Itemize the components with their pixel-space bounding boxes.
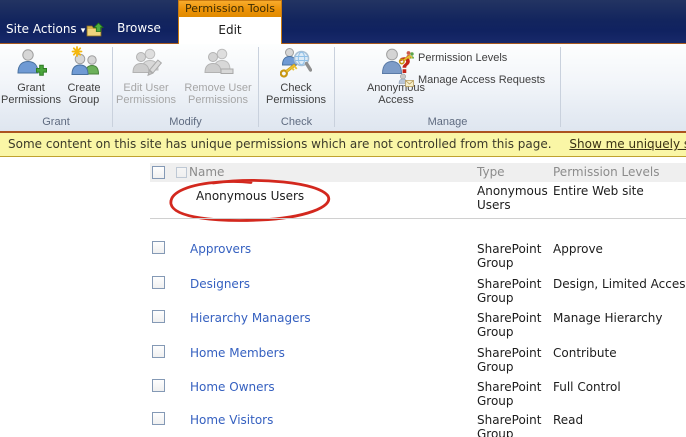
section-divider — [150, 218, 686, 219]
check-permissions-button[interactable]: Check Permissions — [261, 46, 331, 106]
manage-access-requests-button[interactable]: Manage Access Requests — [398, 72, 545, 88]
row-checkbox[interactable] — [152, 276, 165, 289]
column-header-permission-levels: Permission Levels — [553, 165, 660, 179]
row-type: SharePoint Group — [477, 380, 542, 408]
manage-access-requests-icon — [398, 73, 414, 87]
site-actions-label: Site Actions — [6, 22, 77, 36]
anonymous-users-name: Anonymous Users — [196, 189, 305, 203]
table-header: Name Type Permission Levels — [150, 163, 686, 182]
row-checkbox[interactable] — [152, 412, 165, 425]
row-permission: Design, Limited Access — [553, 277, 686, 291]
contextual-group-permission-tools: Permission Tools — [178, 0, 282, 17]
group-divider — [112, 47, 113, 127]
group-label-grant: Grant — [42, 116, 70, 128]
group-link[interactable]: Designers — [190, 277, 250, 291]
row-permission: Read — [553, 413, 584, 427]
group-link[interactable]: Home Members — [190, 346, 285, 360]
name-header-checkbox-icon — [176, 167, 187, 178]
row-checkbox[interactable] — [152, 310, 165, 323]
row-permission: Manage Hierarchy — [553, 311, 663, 325]
grant-permissions-button[interactable]: Grant Permissions — [1, 46, 61, 106]
group-link[interactable]: Hierarchy Managers — [190, 311, 311, 325]
anonymous-users-permission: Entire Web site — [553, 184, 644, 198]
anonymous-users-type: Anonymous Users — [477, 184, 548, 212]
edit-user-permissions-button[interactable]: Edit User Permissions — [114, 46, 178, 106]
permission-levels-button[interactable]: Permission Levels — [398, 50, 507, 66]
tab-edit[interactable]: Edit — [178, 17, 282, 45]
column-header-name: Name — [189, 165, 225, 179]
row-checkbox[interactable] — [152, 379, 165, 392]
sharepoint-permissions-page: Site Actions ▾ Browse Permission Tools Ed… — [0, 0, 686, 437]
row-type: SharePoint Group — [477, 242, 542, 270]
folder-up-icon — [86, 22, 104, 37]
group-label-manage: Manage — [427, 116, 468, 128]
group-divider — [334, 47, 335, 127]
status-message: Some content on this site has unique per… — [8, 137, 552, 151]
row-type: SharePoint Group — [477, 311, 542, 339]
top-nav-bar: Site Actions ▾ Browse Permission Tools Ed… — [0, 0, 686, 45]
column-header-type: Type — [477, 165, 505, 179]
row-type: SharePoint Group — [477, 413, 542, 437]
row-type: SharePoint Group — [477, 346, 542, 374]
row-checkbox[interactable] — [152, 345, 165, 358]
permission-levels-icon — [398, 51, 414, 65]
row-permission: Full Control — [553, 380, 621, 394]
row-checkbox[interactable] — [152, 241, 165, 254]
grant-permissions-icon — [17, 49, 47, 76]
row-permission: Approve — [553, 242, 603, 256]
create-group-icon — [71, 46, 100, 75]
chevron-down-icon: ▾ — [80, 26, 86, 36]
group-divider — [560, 47, 561, 127]
navigate-up-button[interactable] — [86, 22, 105, 38]
group-divider — [258, 47, 259, 127]
row-type: SharePoint Group — [477, 277, 542, 305]
ribbon: Grant Permissions Create Group Grant Edi… — [0, 44, 686, 131]
status-bar: Some content on this site has unique per… — [0, 131, 686, 157]
select-all-checkbox[interactable] — [152, 166, 165, 179]
create-group-button[interactable]: Create Group — [59, 46, 109, 106]
row-permission: Contribute — [553, 346, 617, 360]
group-link[interactable]: Home Visitors — [190, 413, 273, 427]
check-permissions-icon — [280, 48, 312, 78]
group-link[interactable]: Approvers — [190, 242, 251, 256]
site-actions-menu[interactable]: Site Actions ▾ — [6, 22, 85, 36]
tab-browse[interactable]: Browse — [110, 0, 168, 43]
remove-user-permissions-button[interactable]: Remove User Permissions — [179, 46, 257, 106]
edit-user-permissions-icon — [132, 48, 162, 77]
group-link[interactable]: Home Owners — [190, 380, 275, 394]
group-label-check: Check — [280, 116, 313, 128]
remove-user-permissions-icon — [204, 48, 234, 74]
group-label-modify: Modify — [169, 116, 202, 128]
show-uniquely-secured-link[interactable]: Show me uniquely secured — [569, 137, 686, 151]
